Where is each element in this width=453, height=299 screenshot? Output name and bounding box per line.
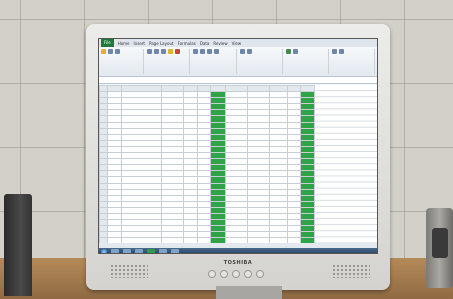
align-center-icon[interactable] bbox=[200, 49, 206, 54]
spreadsheet-grid[interactable] bbox=[99, 84, 377, 253]
monitor-buttons bbox=[208, 270, 272, 279]
cut-icon[interactable] bbox=[108, 49, 113, 54]
wrap-text-icon[interactable] bbox=[214, 49, 220, 54]
ribbon bbox=[99, 47, 377, 77]
ribbon-tab-insert[interactable]: Insert bbox=[134, 41, 145, 46]
ribbon-group-styles bbox=[285, 49, 329, 74]
start-button-icon[interactable] bbox=[101, 248, 107, 253]
copy-icon[interactable] bbox=[115, 49, 120, 54]
power-button[interactable] bbox=[256, 270, 264, 278]
ribbon-tab-bar: File Home Insert Page Layout Formulas Da… bbox=[99, 39, 377, 47]
formula-bar[interactable] bbox=[99, 77, 377, 84]
empty-cells[interactable] bbox=[314, 85, 377, 243]
ribbon-group-alignment bbox=[193, 49, 237, 74]
ribbon-group-editing bbox=[331, 49, 376, 74]
italic-icon[interactable] bbox=[154, 49, 160, 54]
ribbon-tab-home[interactable]: Home bbox=[118, 41, 130, 46]
monitor-button[interactable] bbox=[232, 270, 240, 278]
monitor-button[interactable] bbox=[208, 270, 216, 278]
currency-icon[interactable] bbox=[239, 49, 245, 54]
ribbon-tab-data[interactable]: Data bbox=[200, 41, 210, 46]
find-icon[interactable] bbox=[338, 49, 344, 54]
percent-icon[interactable] bbox=[246, 49, 252, 54]
ribbon-group-number bbox=[239, 49, 283, 74]
align-left-icon[interactable] bbox=[193, 49, 199, 54]
speaker-grille-right bbox=[332, 264, 370, 278]
monitor-button[interactable] bbox=[220, 270, 228, 278]
taskbar-excel-icon[interactable] bbox=[147, 249, 155, 253]
ribbon-tab-review[interactable]: Review bbox=[213, 41, 227, 46]
right-speaker bbox=[426, 208, 453, 288]
speaker-grille-left bbox=[110, 264, 148, 278]
taskbar-media-icon[interactable] bbox=[135, 249, 143, 253]
monitor-brand: TOSHIBA bbox=[223, 260, 253, 266]
format-table-icon[interactable] bbox=[292, 49, 298, 54]
ribbon-tab-formulas[interactable]: Formulas bbox=[178, 41, 196, 46]
ribbon-group-font bbox=[147, 49, 191, 74]
sort-icon[interactable] bbox=[331, 49, 337, 54]
fill-color-icon[interactable] bbox=[168, 49, 174, 54]
monitor-stand bbox=[216, 286, 282, 299]
ribbon-tab-view[interactable]: View bbox=[232, 41, 242, 46]
left-speaker bbox=[4, 194, 32, 296]
taskbar-word-icon[interactable] bbox=[159, 249, 167, 253]
ribbon-tab-file[interactable]: File bbox=[101, 39, 114, 47]
taskbar-explorer-icon[interactable] bbox=[111, 249, 119, 253]
taskbar-browser-icon[interactable] bbox=[123, 249, 131, 253]
data-table bbox=[99, 84, 315, 253]
align-right-icon[interactable] bbox=[207, 49, 213, 54]
ribbon-group-clipboard bbox=[101, 49, 145, 74]
underline-icon[interactable] bbox=[161, 49, 167, 54]
conditional-format-icon[interactable] bbox=[285, 49, 291, 54]
monitor: File Home Insert Page Layout Formulas Da… bbox=[86, 24, 390, 290]
font-color-icon[interactable] bbox=[175, 49, 181, 54]
bold-icon[interactable] bbox=[147, 49, 153, 54]
taskbar-app-icon[interactable] bbox=[171, 249, 179, 253]
paste-icon[interactable] bbox=[101, 49, 106, 54]
monitor-screen: File Home Insert Page Layout Formulas Da… bbox=[98, 38, 378, 254]
ribbon-tab-page-layout[interactable]: Page Layout bbox=[149, 41, 174, 46]
monitor-button[interactable] bbox=[244, 270, 252, 278]
taskbar bbox=[99, 248, 377, 253]
